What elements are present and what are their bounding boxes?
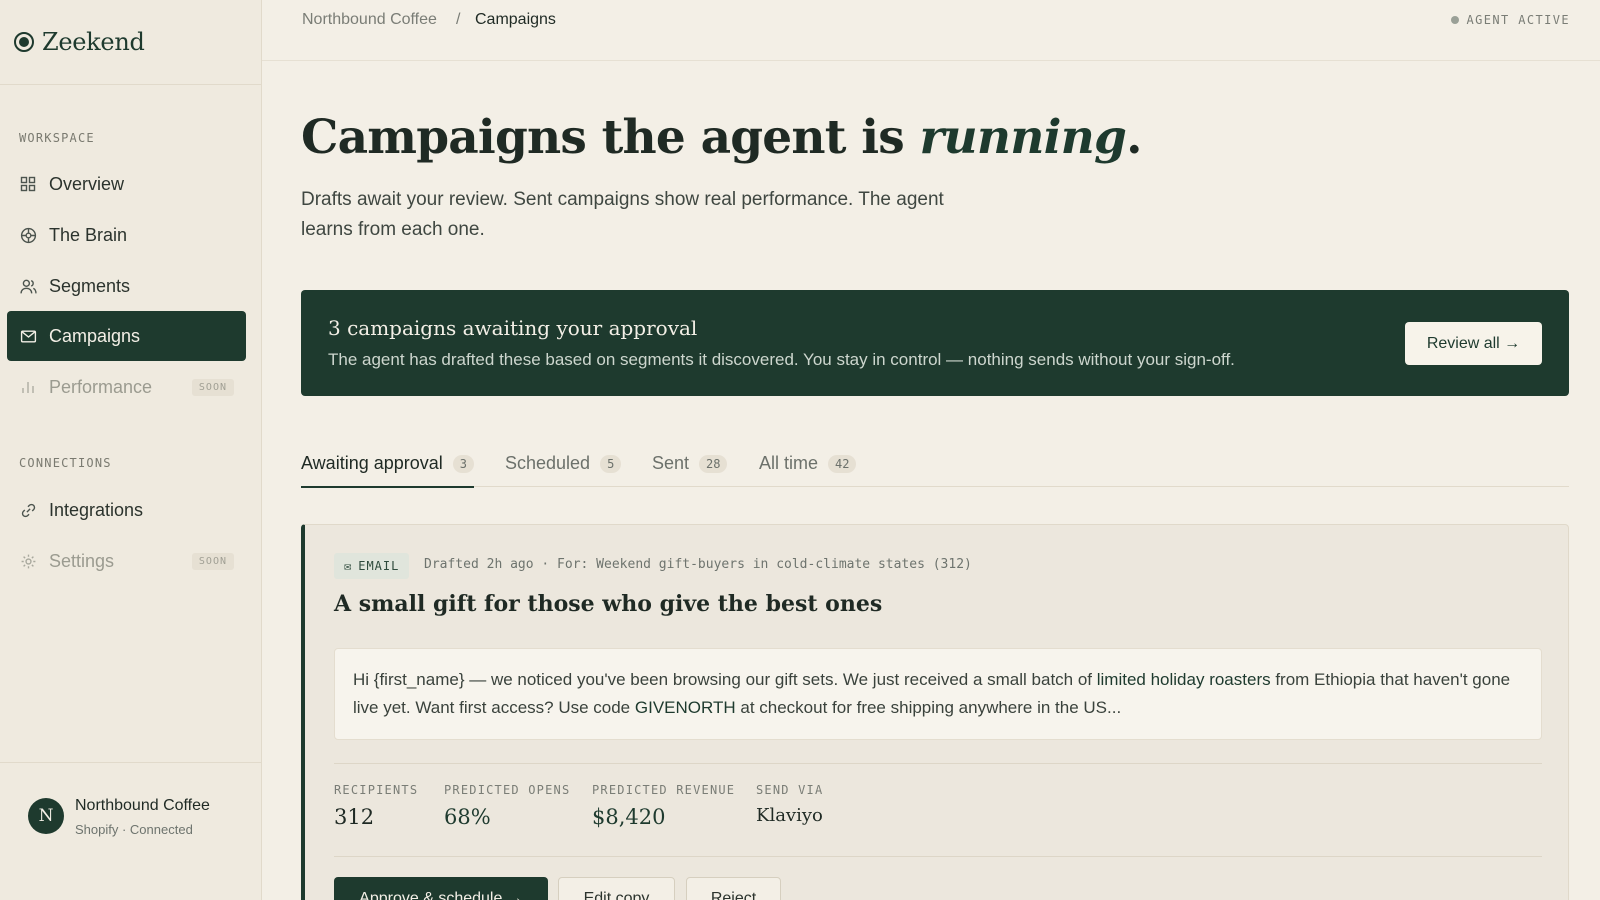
- sidebar-item-label: Campaigns: [49, 325, 141, 346]
- reject-button[interactable]: Reject: [686, 877, 781, 900]
- bar-chart-icon: [19, 378, 37, 396]
- stat-recipients: RECIPIENTS 312: [334, 783, 418, 829]
- gear-icon: [19, 552, 37, 570]
- topbar: Northbound Coffee / Campaigns AGENT ACTI…: [262, 0, 1600, 61]
- campaign-card[interactable]: ✉ EMAIL Drafted 2h ago · For: Weekend gi…: [301, 524, 1569, 900]
- banner-text: The agent has drafted these based on seg…: [328, 350, 1235, 369]
- stat-value: 312: [334, 805, 375, 829]
- stat-value: $8,420: [592, 805, 666, 829]
- banner-title: 3 campaigns awaiting your approval: [328, 316, 698, 340]
- mail-icon: [19, 327, 37, 345]
- tab-label: Scheduled: [505, 452, 591, 473]
- breadcrumb-campaigns: Campaigns: [475, 11, 556, 28]
- brand-name: Zeekend: [42, 28, 145, 56]
- divider: [334, 763, 1542, 764]
- approval-banner: 3 campaigns awaiting your approval The a…: [301, 290, 1569, 396]
- status-dot-icon: [1450, 16, 1459, 24]
- sidebar-item-segments[interactable]: Segments: [7, 261, 246, 311]
- tab-label: All time: [759, 452, 819, 473]
- stat-predicted-opens: PREDICTED OPENS 68%: [444, 783, 570, 829]
- stat-label: PREDICTED OPENS: [444, 783, 571, 797]
- sidebar-item-label: The Brain: [49, 224, 128, 245]
- tab-scheduled[interactable]: Scheduled 5: [505, 451, 622, 487]
- sidebar-item-the-brain[interactable]: The Brain: [7, 210, 246, 260]
- sidebar-item-performance[interactable]: Performance SOON: [7, 362, 246, 412]
- connections-label: CONNECTIONS: [19, 456, 112, 470]
- stat-value: 68%: [444, 805, 491, 829]
- divider: [334, 856, 1542, 857]
- sidebar-item-settings[interactable]: Settings SOON: [7, 536, 246, 586]
- campaign-title: A small gift for those who give the best…: [334, 591, 883, 617]
- account-connection-status: Shopify · Connected: [75, 822, 193, 837]
- sidebar-item-label: Integrations: [49, 499, 144, 520]
- soon-badge: SOON: [191, 378, 234, 396]
- edit-copy-button[interactable]: Edit copy: [558, 877, 675, 900]
- sidebar: Zeekend WORKSPACE Overview The Brain Seg…: [0, 0, 262, 900]
- sidebar-item-campaigns[interactable]: Campaigns: [7, 311, 246, 361]
- brand[interactable]: Zeekend: [0, 0, 261, 85]
- tab-count: 5: [600, 455, 622, 473]
- sidebar-item-label: Segments: [49, 275, 131, 296]
- grid-icon: [19, 175, 37, 193]
- users-icon: [19, 277, 37, 295]
- tab-sent[interactable]: Sent 28: [652, 451, 728, 487]
- tab-all-time[interactable]: All time 42: [759, 451, 857, 487]
- channel-badge: ✉ EMAIL: [334, 553, 410, 579]
- channel-label: EMAIL: [358, 559, 400, 573]
- sidebar-item-label: Overview: [49, 173, 125, 194]
- email-preview: Hi {first_name} — we noticed you've been…: [334, 648, 1542, 740]
- envelope-icon: ✉: [344, 559, 353, 573]
- page-title-prefix: Campaigns the agent is: [301, 110, 920, 165]
- agent-status: AGENT ACTIVE: [1450, 13, 1571, 27]
- stat-label: RECIPIENTS: [334, 783, 419, 797]
- account-switcher[interactable]: N Northbound Coffee Shopify · Connected: [0, 762, 262, 900]
- preview-highlight: limited holiday roasters: [1096, 670, 1271, 689]
- breadcrumb-separator: /: [456, 11, 461, 28]
- account-name: Northbound Coffee: [75, 797, 210, 814]
- preview-text: Hi {first_name} — we noticed you've been…: [353, 670, 1097, 689]
- sidebar-item-overview[interactable]: Overview: [7, 159, 246, 209]
- tab-count: 28: [699, 455, 728, 473]
- preview-text: at checkout for free shipping anywhere i…: [735, 698, 1122, 717]
- tab-label: Sent: [652, 452, 690, 473]
- campaign-meta: Drafted 2h ago · For: Weekend gift-buyer…: [424, 557, 972, 572]
- tab-count: 42: [828, 455, 857, 473]
- workspace-label: WORKSPACE: [19, 131, 95, 145]
- campaign-tabs: Awaiting approval 3 Scheduled 5 Sent 28 …: [301, 440, 1569, 488]
- stat-value: Klaviyo: [756, 805, 823, 826]
- approve-schedule-button[interactable]: Approve & schedule →: [334, 877, 548, 900]
- page-description: Drafts await your review. Sent campaigns…: [301, 189, 944, 240]
- stat-label: SEND VIA: [756, 783, 824, 797]
- page-title: Campaigns the agent is running.: [301, 110, 1142, 165]
- sidebar-item-label: Performance: [49, 376, 153, 397]
- review-all-button[interactable]: Review all →: [1405, 322, 1542, 365]
- sidebar-item-integrations[interactable]: Integrations: [7, 485, 246, 535]
- sidebar-item-label: Settings: [49, 550, 115, 571]
- stat-label: PREDICTED REVENUE: [592, 783, 736, 797]
- tab-label: Awaiting approval: [301, 452, 443, 473]
- breadcrumb-northbound-coffee[interactable]: Northbound Coffee: [302, 11, 437, 29]
- page-title-suffix: .: [1126, 110, 1142, 165]
- avatar: N: [28, 798, 64, 834]
- tab-awaiting-approval[interactable]: Awaiting approval 3: [301, 451, 474, 488]
- page-title-emphasis: running: [919, 110, 1127, 165]
- stat-send-via: SEND VIA Klaviyo: [756, 783, 823, 826]
- logo-icon: [14, 32, 34, 52]
- promo-code: GIVENORTH: [634, 698, 736, 717]
- brain-icon: [19, 226, 37, 244]
- tab-count: 3: [452, 455, 474, 473]
- agent-status-label: AGENT ACTIVE: [1466, 13, 1570, 27]
- link-icon: [19, 501, 37, 519]
- soon-badge: SOON: [191, 552, 234, 570]
- stat-predicted-revenue: PREDICTED REVENUE $8,420: [592, 783, 735, 829]
